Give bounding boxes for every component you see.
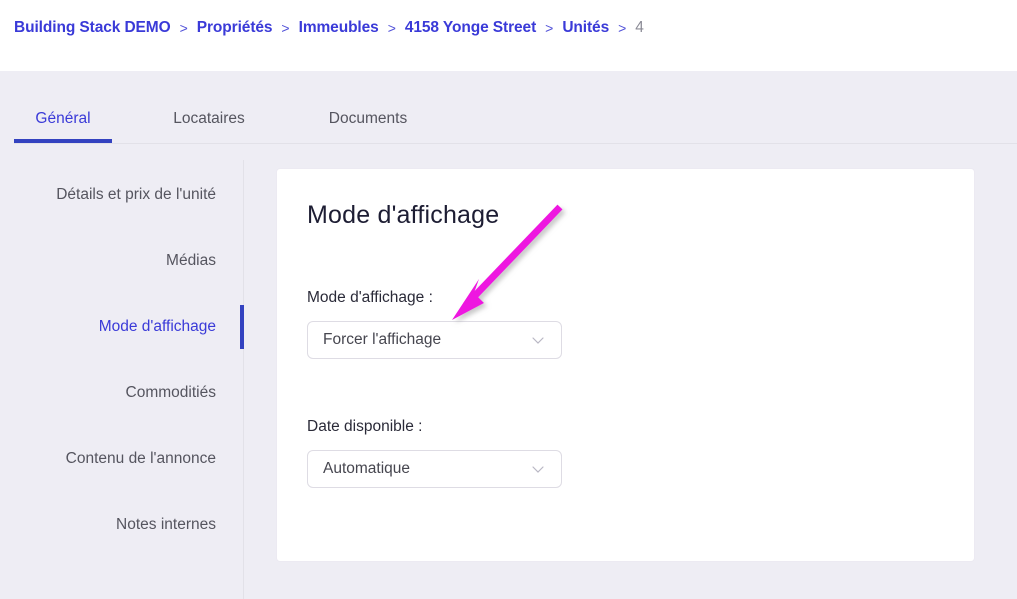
breadcrumb-item-building-stack-demo[interactable]: Building Stack DEMO	[14, 19, 171, 37]
breadcrumb-item-unites[interactable]: Unités	[562, 19, 609, 37]
breadcrumb-separator: >	[545, 20, 554, 36]
tab-general-label: Général	[35, 110, 91, 127]
sidebar-item-label: Commoditiés	[125, 384, 216, 401]
date-disponible-label: Date disponible :	[307, 418, 423, 435]
tab-locataires[interactable]: Locataires	[148, 95, 270, 143]
page-title: Mode d'affichage	[307, 201, 500, 229]
breadcrumb-item-proprietes[interactable]: Propriétés	[197, 19, 273, 37]
page-header: Building Stack DEMO > Propriétés > Immeu…	[0, 0, 1017, 71]
mode-affichage-select[interactable]: Forcer l'affichage	[307, 321, 562, 359]
sidebar-item-label: Médias	[166, 252, 216, 269]
chevron-down-icon	[531, 333, 545, 347]
breadcrumb-separator: >	[387, 20, 396, 36]
sidebar-item-mode-affichage[interactable]: Mode d'affichage	[0, 303, 244, 351]
breadcrumb-separator: >	[179, 20, 188, 36]
chevron-down-icon	[531, 462, 545, 476]
sidebar-item-details-et-prix[interactable]: Détails et prix de l'unité	[0, 171, 243, 219]
mode-affichage-label: Mode d'affichage :	[307, 289, 433, 306]
sidebar-item-label: Mode d'affichage	[98, 318, 216, 335]
date-disponible-value: Automatique	[323, 460, 411, 477]
breadcrumb-separator: >	[618, 20, 627, 36]
tab-documents-label: Documents	[328, 110, 408, 127]
sidebar-item-medias[interactable]: Médias	[0, 237, 243, 285]
mode-affichage-card: Mode d'affichage Mode d'affichage : Forc…	[276, 168, 975, 562]
sidebar-item-contenu-annonce[interactable]: Contenu de l'annonce	[0, 435, 243, 483]
breadcrumb-separator: >	[281, 20, 290, 36]
tab-bar: Général Locataires Documents	[0, 95, 1017, 144]
tab-bar-divider	[14, 143, 1017, 144]
tab-documents[interactable]: Documents	[300, 95, 436, 143]
sidebar-item-label: Notes internes	[116, 516, 216, 533]
breadcrumb-item-current: 4	[635, 19, 644, 36]
sidebar-item-label: Détails et prix de l'unité	[56, 186, 216, 203]
sidebar-item-commodities[interactable]: Commoditiés	[0, 369, 243, 417]
settings-sidebar: Détails et prix de l'unité Médias Mode d…	[0, 160, 244, 599]
field-date-disponible: Date disponible : Automatique	[307, 418, 562, 488]
sidebar-item-label: Contenu de l'annonce	[65, 450, 216, 467]
tab-locataires-label: Locataires	[173, 110, 245, 127]
mode-affichage-value: Forcer l'affichage	[323, 331, 442, 348]
breadcrumb-item-immeubles[interactable]: Immeubles	[299, 19, 379, 37]
tab-general[interactable]: Général	[14, 95, 112, 143]
sidebar-item-notes-internes[interactable]: Notes internes	[0, 501, 243, 549]
breadcrumb: Building Stack DEMO > Propriétés > Immeu…	[14, 19, 644, 37]
date-disponible-select[interactable]: Automatique	[307, 450, 562, 488]
breadcrumb-item-address[interactable]: 4158 Yonge Street	[405, 19, 536, 37]
field-mode-affichage: Mode d'affichage : Forcer l'affichage	[307, 289, 562, 359]
